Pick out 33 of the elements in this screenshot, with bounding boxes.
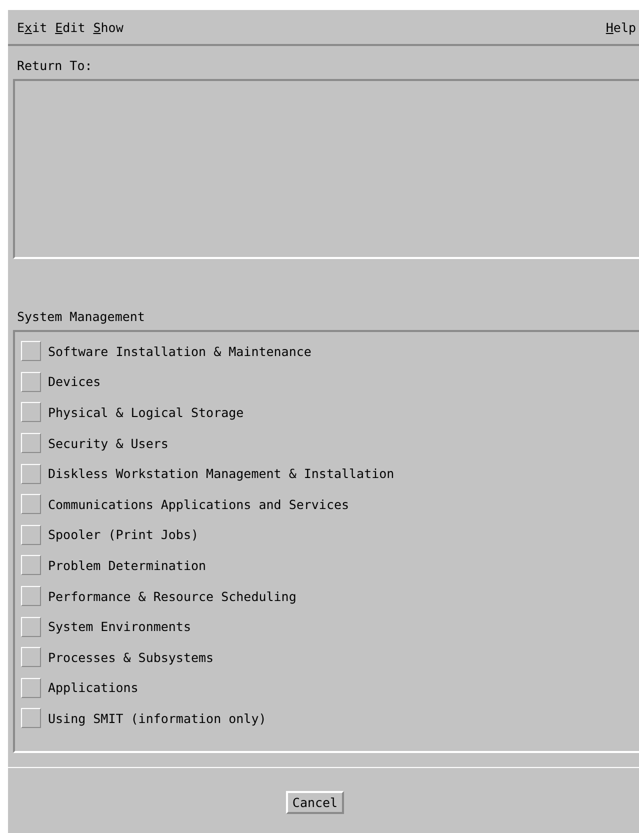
checkbox[interactable] [21, 402, 41, 422]
checkbox[interactable] [21, 433, 41, 454]
checkbox[interactable] [21, 524, 41, 545]
menu-item[interactable]: Exit [17, 20, 48, 34]
checkbox[interactable] [21, 555, 41, 576]
checkbox[interactable] [21, 341, 41, 362]
checkbox[interactable] [21, 586, 41, 606]
checkbox[interactable] [21, 372, 41, 392]
section-label: Return To: [16, 57, 94, 75]
menu-option[interactable]: Using SMIT (information only) [48, 710, 266, 726]
menu-option[interactable]: Diskless Workstation Management & Installation [48, 466, 394, 482]
checkbox[interactable] [21, 708, 41, 728]
menu-item[interactable]: Edit [55, 20, 86, 34]
menu-option[interactable]: System Environments [48, 619, 191, 634]
menu-option[interactable]: Communications Applications and Services [48, 496, 350, 512]
menu-option[interactable]: Devices [48, 374, 101, 390]
menu-item[interactable]: Show [93, 20, 124, 34]
menu-option[interactable]: Software Installation & Maintenance [48, 344, 312, 359]
menu-option[interactable]: Performance & Resource Scheduling [48, 588, 296, 604]
checkbox[interactable] [21, 647, 41, 668]
checkbox[interactable] [21, 464, 41, 484]
menu-option[interactable]: Problem Determination [48, 558, 206, 573]
menu-item[interactable]: Help [606, 20, 636, 34]
checkbox[interactable] [21, 678, 41, 698]
menu-option[interactable]: Spooler (Print Jobs) [48, 527, 199, 542]
menu-option[interactable]: Physical & Logical Storage [48, 404, 244, 420]
menu-option[interactable]: Processes & Subsystems [48, 650, 214, 665]
checkbox[interactable] [21, 616, 41, 637]
section-label: System Management [16, 308, 146, 326]
cancel-button[interactable]: Cancel [286, 791, 344, 814]
menu-option[interactable]: Applications [48, 680, 138, 696]
menu-option[interactable]: Security & Users [48, 436, 168, 451]
checkbox[interactable] [21, 494, 41, 514]
